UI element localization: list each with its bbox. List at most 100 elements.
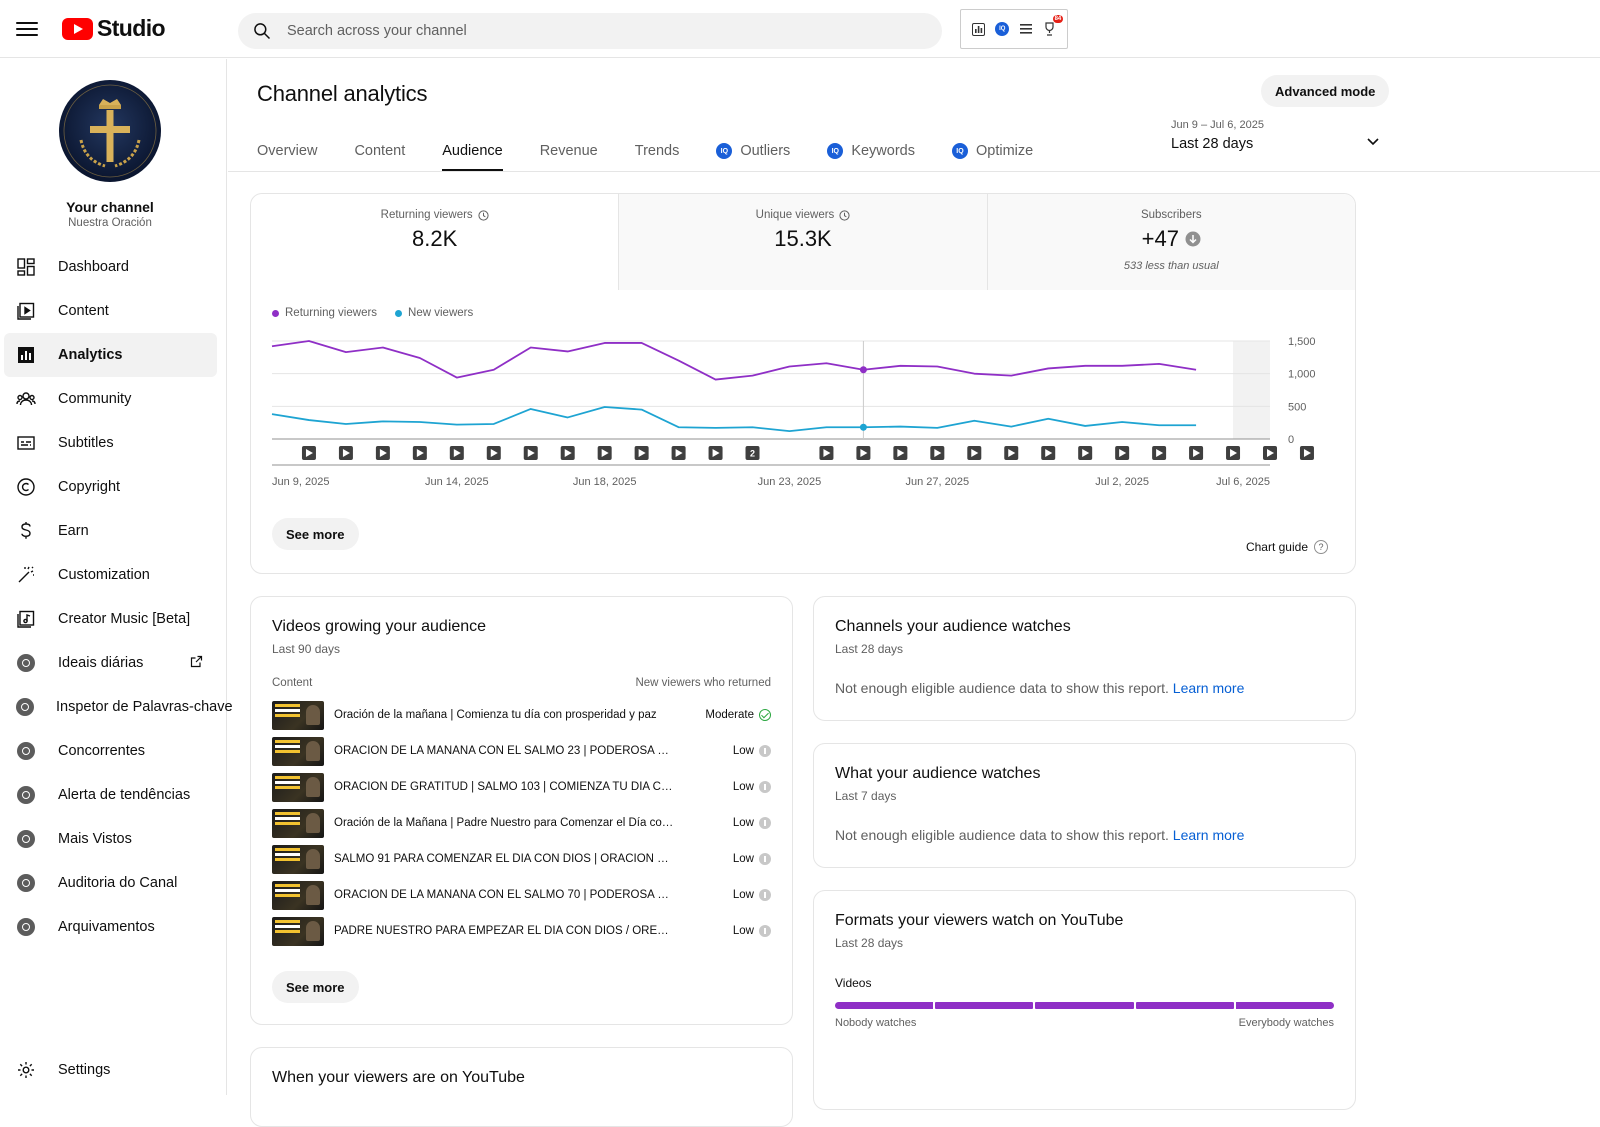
top-bar: Studio IQ 84 [0, 0, 1600, 58]
level-label: Low [732, 925, 754, 937]
level-label: Low [732, 817, 754, 829]
metric-value: 8.2K [412, 226, 458, 251]
video-title: ORACIÓN DE LA MAÑANA CON EL SALMO 23 | P… [334, 745, 674, 757]
marker-count: 2 [750, 449, 755, 459]
date-range-text: Jun 9 – Jul 6, 2025 [1171, 119, 1264, 131]
trophy-icon[interactable]: 84 [1041, 15, 1064, 37]
search-bar[interactable] [238, 13, 942, 49]
sidebar-item-concorrentes[interactable]: Concorrentes [0, 729, 227, 773]
metric-value: 15.3K [774, 226, 832, 251]
sidebar-item-alerta[interactable]: Alerta de tendências [0, 773, 227, 817]
format-bar[interactable] [835, 1002, 1335, 1009]
date-range-picker[interactable]: Jun 9 – Jul 6, 2025 Last 28 days [1171, 119, 1381, 159]
tab-content[interactable]: Content [354, 131, 405, 171]
sidebar-item-analytics[interactable]: Analytics [4, 333, 217, 377]
see-more-button[interactable]: See more [272, 971, 359, 1003]
vidiq-icon [16, 785, 36, 805]
x-tick-label: Jul 2, 2025 [1095, 476, 1149, 488]
tab-optimize[interactable]: IQ Optimize [951, 131, 1033, 171]
chart-guide-label: Chart guide [1245, 540, 1308, 554]
sidebar-item-arquivamentos[interactable]: Arquivamentos [0, 905, 227, 949]
customization-icon [16, 565, 36, 585]
metric-unique-viewers[interactable]: Unique viewers 15.3K [618, 194, 987, 290]
what-audience-watches-card: What your audience watches Last 7 days N… [813, 743, 1356, 868]
metric-value: +47 [1141, 226, 1179, 251]
video-thumbnail [272, 736, 324, 766]
avatar[interactable] [59, 80, 161, 182]
message-text: Not enough eligible audience data to sho… [835, 680, 1169, 696]
see-more-button[interactable]: See more [272, 518, 359, 550]
tabs-divider [228, 171, 1600, 172]
sidebar-item-mais-vistos[interactable]: Mais Vistos [0, 817, 227, 861]
chart-legend: Returning viewers New viewers [272, 307, 473, 319]
table-row[interactable]: PADRE NUESTRO PARA EMPEZAR EL DIA CON DI… [272, 915, 771, 947]
sidebar-item-settings[interactable]: Settings [16, 1060, 110, 1080]
sidebar-nav: Dashboard Content Analytics Community Su… [0, 245, 233, 949]
sidebar-item-label: Content [58, 303, 109, 319]
help-icon: ? [1314, 540, 1328, 554]
sidebar-item-content[interactable]: Content [0, 289, 227, 333]
table-row[interactable]: SALMO 91 PARA COMENZAR EL DÍA CON DIOS |… [272, 843, 771, 875]
tab-outliers[interactable]: IQ Outliers [716, 131, 790, 171]
tab-trends[interactable]: Trends [635, 131, 680, 171]
tab-keywords[interactable]: IQ Keywords [827, 131, 915, 171]
column-header: New viewers who returned [635, 677, 771, 689]
tab-bar: Overview Content Audience Revenue Trends… [257, 131, 1070, 171]
card-message: Not enough eligible audience data to sho… [835, 680, 1244, 696]
list-icon[interactable] [1018, 21, 1034, 37]
video-thumbnail [272, 700, 324, 730]
legend-item: Returning viewers [272, 307, 377, 319]
message-text: Not enough eligible audience data to sho… [835, 827, 1169, 843]
studio-logo[interactable]: Studio [62, 15, 166, 42]
advanced-mode-button[interactable]: Advanced mode [1261, 75, 1390, 107]
chart-guide-button[interactable]: Chart guide ? [1246, 540, 1328, 554]
table-row[interactable]: ORACIÓN DE GRATITUD | SALMO 103 | COMIEN… [272, 771, 771, 803]
card-title: When your viewers are on YouTube [272, 1069, 525, 1086]
video-title: ORACIÓN DE GRATITUD | SALMO 103 | COMIEN… [334, 781, 674, 793]
vidiq-icon [16, 829, 36, 849]
tab-label: Overview [257, 143, 318, 159]
vidiq-icon[interactable]: IQ [994, 21, 1010, 37]
sidebar-item-subtitles[interactable]: Subtitles [0, 421, 227, 465]
main-content: Channel analytics Advanced mode Overview… [228, 59, 1600, 1127]
level-label: Low [732, 889, 754, 901]
tab-audience[interactable]: Audience [442, 131, 504, 171]
bar-chart-icon[interactable] [971, 21, 987, 37]
sidebar-item-label: Customization [58, 567, 150, 583]
table-row[interactable]: ORACIÓN DE LA MAÑANA CON EL SALMO 23 | P… [272, 735, 771, 767]
table-row[interactable]: Oración de la Mañana | Padre Nuestro par… [272, 807, 771, 839]
sidebar-item-inspetor[interactable]: Inspetor de Palavras-chave [0, 685, 233, 729]
sidebar-item-ideais-diarias[interactable]: Ideais diárias [0, 641, 227, 685]
video-thumbnail [272, 916, 324, 946]
vidiq-icon [16, 697, 34, 717]
sidebar-item-dashboard[interactable]: Dashboard [0, 245, 227, 289]
channel-label: Your channel [66, 199, 154, 215]
gear-icon [16, 1060, 36, 1080]
vidiq-icon: IQ [951, 143, 968, 159]
video-title: ORACIÓN DE LA MAÑANA CON EL SALMO 70 | P… [334, 889, 674, 901]
learn-more-link[interactable]: Learn more [1173, 680, 1245, 696]
tab-revenue[interactable]: Revenue [540, 131, 598, 171]
metric-subscribers[interactable]: Subscribers +47 533 less than usual [986, 194, 1355, 290]
sidebar-item-copyright[interactable]: Copyright [0, 465, 227, 509]
sidebar-item-creator-music[interactable]: Creator Music [Beta] [0, 597, 227, 641]
tab-overview[interactable]: Overview [257, 131, 317, 171]
vidiq-icon [16, 653, 36, 673]
sidebar-item-label: Concorrentes [58, 743, 146, 759]
learn-more-link[interactable]: Learn more [1173, 827, 1245, 843]
x-tick-label: Jul 6, 2025 [1216, 476, 1270, 488]
search-input[interactable] [287, 23, 887, 39]
sidebar-item-community[interactable]: Community [0, 377, 227, 421]
table-row[interactable]: Oración de la mañana | Comienza tu día c… [272, 699, 771, 731]
line-chart[interactable]: 0 500 1,000 1,500 2 Jun 9, 2025 Jun 14, 2025 Ju… [251, 329, 1355, 529]
sidebar-item-earn[interactable]: Earn [0, 509, 227, 553]
metric-returning-viewers[interactable]: Returning viewers 8.2K [251, 194, 619, 290]
tab-label: Trends [634, 143, 680, 159]
copyright-icon [16, 477, 36, 497]
sidebar-item-auditoria[interactable]: Auditoria do Canal [0, 861, 227, 905]
notification-badge: 84 [1052, 15, 1064, 23]
sidebar-item-customization[interactable]: Customization [0, 553, 227, 597]
table-row[interactable]: ORACIÓN DE LA MAÑANA CON EL SALMO 70 | P… [272, 879, 771, 911]
menu-icon[interactable] [16, 18, 38, 40]
video-title: SALMO 91 PARA COMENZAR EL DÍA CON DIOS |… [334, 853, 674, 865]
